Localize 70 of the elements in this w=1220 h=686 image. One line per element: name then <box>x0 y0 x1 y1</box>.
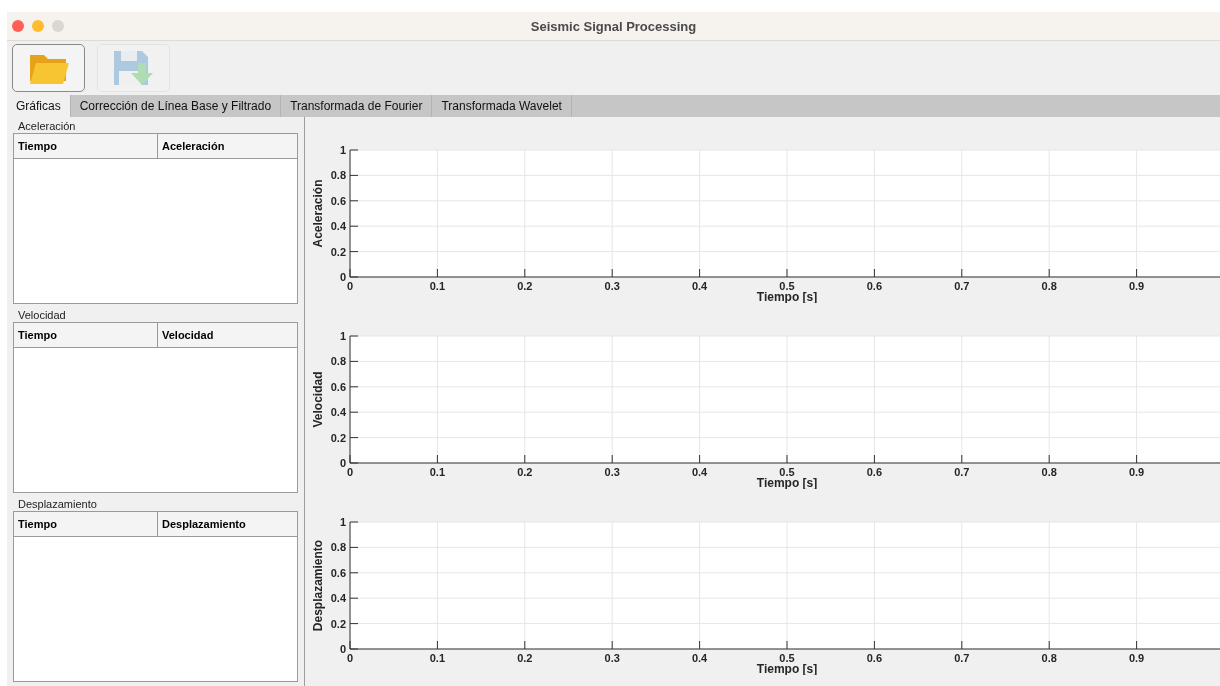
tick-label: 0.6 <box>866 652 883 664</box>
panel-title: Desplazamiento <box>17 497 98 511</box>
floppy-download-icon <box>111 49 156 87</box>
tick-label: 0.1 <box>429 652 446 664</box>
tick-label: 0.8 <box>330 169 346 182</box>
tick-label: 0.3 <box>604 652 620 664</box>
tick-label: 0.5 <box>779 652 795 664</box>
axis-title: Desplazamiento <box>311 539 325 632</box>
tick-label: 0.8 <box>330 541 346 554</box>
tick-label: 0 <box>339 271 346 283</box>
open-button[interactable] <box>12 44 85 92</box>
tick-label: 0.6 <box>866 280 883 292</box>
tick-label: 0.5 <box>779 280 795 292</box>
column-header[interactable]: Aceleración <box>158 134 297 158</box>
tick-label: 0.6 <box>866 466 883 478</box>
tick-label: 0.2 <box>330 431 346 444</box>
axis-title: Tiempo [s] <box>756 662 818 675</box>
tick-label: 0.2 <box>330 245 346 258</box>
panel-title: Aceleración <box>17 119 77 133</box>
axis-title: Tiempo [s] <box>756 476 818 489</box>
tick-label: 0.7 <box>954 280 970 292</box>
tick-label: 0.1 <box>429 466 446 478</box>
minimize-button[interactable] <box>32 20 44 32</box>
tick-label: 0 <box>346 466 354 478</box>
axis-title: Aceleración <box>311 179 325 248</box>
tick-label: 0.9 <box>1128 280 1145 292</box>
tick-label: 0.1 <box>429 280 446 292</box>
tick-label: 0.4 <box>330 220 346 233</box>
axis-title: Velocidad <box>311 371 325 428</box>
tick-label: 0.6 <box>330 380 346 393</box>
tick-label: 0.4 <box>691 466 708 478</box>
tick-label: 0.8 <box>330 355 346 368</box>
tick-label: 0 <box>346 652 354 664</box>
tick-label: 0.4 <box>330 592 346 605</box>
tick-label: 0.9 <box>1128 466 1145 478</box>
tick-label: 0.4 <box>691 280 708 292</box>
axis-title: Tiempo [s] <box>756 290 818 303</box>
column-header[interactable]: Tiempo <box>14 323 158 347</box>
tick-label: 0 <box>339 457 346 469</box>
tick-label: 1 <box>339 144 346 156</box>
column-header[interactable]: Tiempo <box>14 512 158 536</box>
column-header[interactable]: Tiempo <box>14 134 158 158</box>
tick-label: 0.5 <box>779 466 795 478</box>
tick-label: 0.2 <box>330 617 346 630</box>
tick-label: 0.7 <box>954 466 970 478</box>
tick-label: 0.4 <box>691 652 708 664</box>
panel-title: Velocidad <box>17 308 67 322</box>
zoom-button[interactable] <box>52 20 64 32</box>
tick-label: 0.2 <box>517 280 533 292</box>
tab[interactable]: Gráficas <box>7 95 71 117</box>
tick-label: 0.2 <box>517 466 533 478</box>
column-header[interactable]: Velocidad <box>158 323 297 347</box>
tick-label: 0.6 <box>330 566 346 579</box>
tick-label: 0.6 <box>330 194 346 207</box>
tick-label: 0.8 <box>1041 280 1057 292</box>
tick-label: 0.9 <box>1128 652 1145 664</box>
window-title: Seismic Signal Processing <box>529 18 698 34</box>
tick-label: 0.3 <box>604 280 620 292</box>
tick-label: 1 <box>339 516 346 528</box>
tick-label: 0.3 <box>604 466 620 478</box>
close-button[interactable] <box>12 20 24 32</box>
tick-label: 0.8 <box>1041 652 1057 664</box>
tick-label: 0 <box>339 643 346 655</box>
tick-label: 0.2 <box>517 652 533 664</box>
tick-label: 0.8 <box>1041 466 1057 478</box>
tick-label: 0.4 <box>330 406 346 419</box>
tick-label: 0 <box>346 280 354 292</box>
tick-label: 0.7 <box>954 652 970 664</box>
tick-label: 1 <box>339 330 346 342</box>
column-header[interactable]: Desplazamiento <box>158 512 297 536</box>
